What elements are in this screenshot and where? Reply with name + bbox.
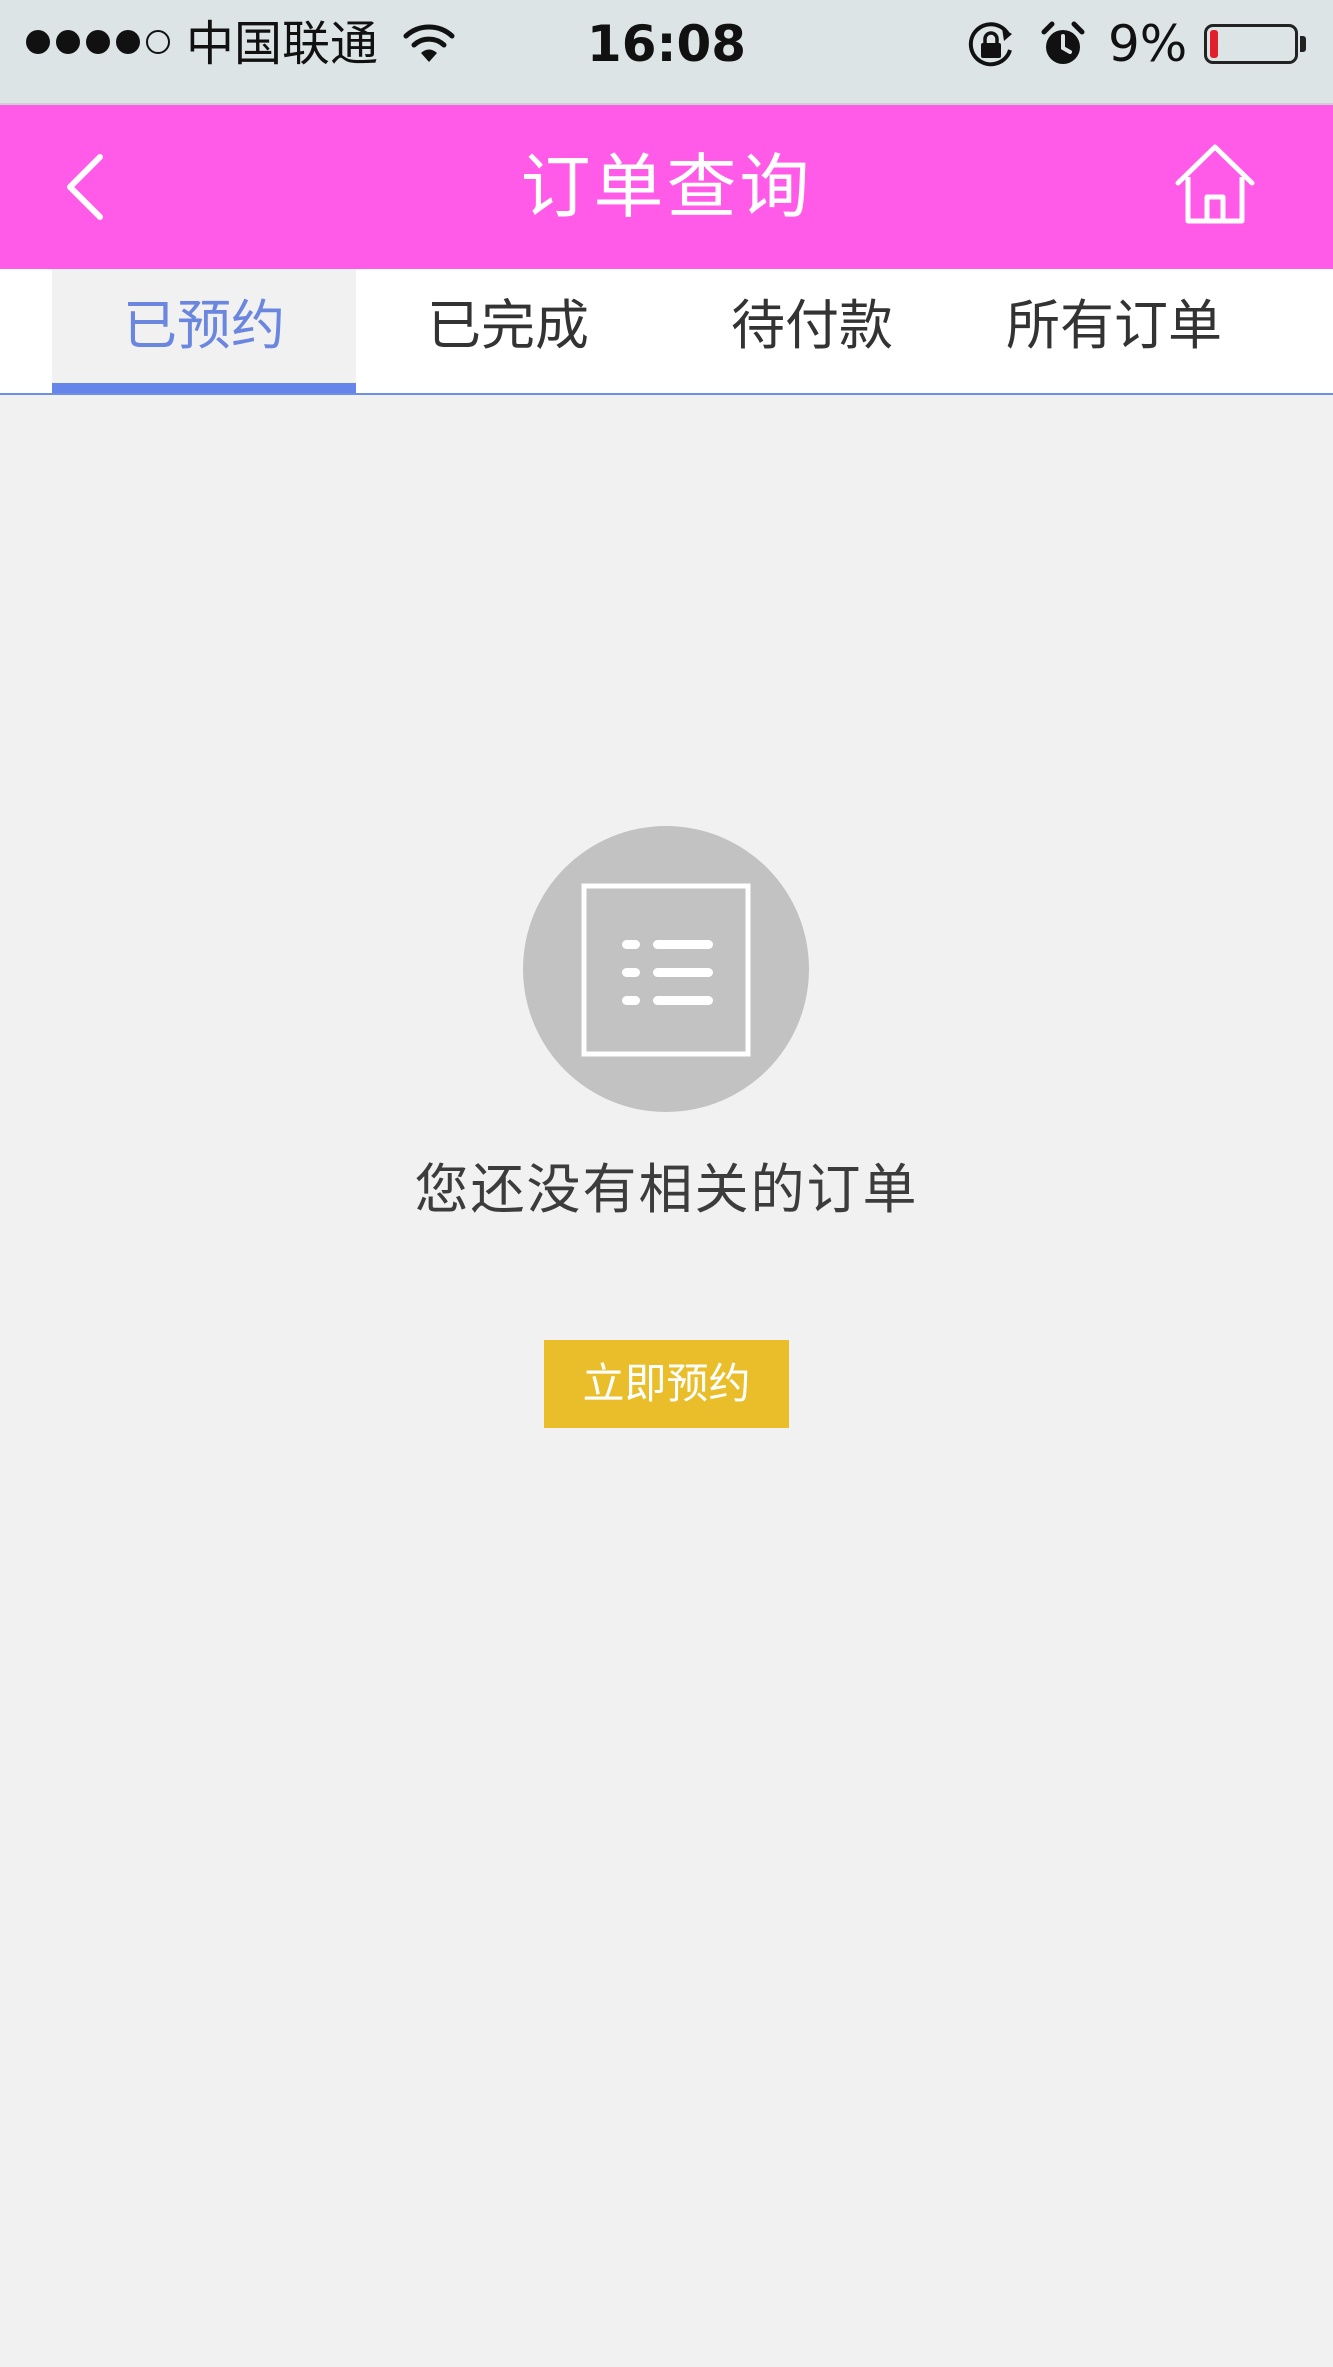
- rotation-lock-icon: [968, 22, 1012, 67]
- empty-state-message: 您还没有相关的订单: [414, 1158, 919, 1221]
- alarm-icon: [1041, 21, 1085, 64]
- book-now-button[interactable]: 立即预约: [544, 1340, 789, 1428]
- tab-all-orders[interactable]: 所有订单: [962, 269, 1266, 393]
- tab-pending-payment[interactable]: 待付款: [660, 269, 964, 393]
- home-icon[interactable]: [1170, 139, 1260, 229]
- battery-level-fill: [1210, 30, 1218, 58]
- order-list-icon: [523, 826, 809, 1112]
- battery-icon: [1204, 24, 1298, 64]
- app-header: 订单查询: [0, 105, 1333, 269]
- battery-tip: [1300, 36, 1306, 52]
- order-tabs: 已预约 已完成 待付款 所有订单: [0, 269, 1333, 395]
- status-bar: 中国联通 16:08 9%: [0, 0, 1333, 105]
- tab-booked[interactable]: 已预约: [52, 269, 356, 393]
- battery-percent: 9%: [1108, 15, 1188, 73]
- page-title: 订单查询: [520, 146, 813, 228]
- tab-completed[interactable]: 已完成: [356, 269, 660, 393]
